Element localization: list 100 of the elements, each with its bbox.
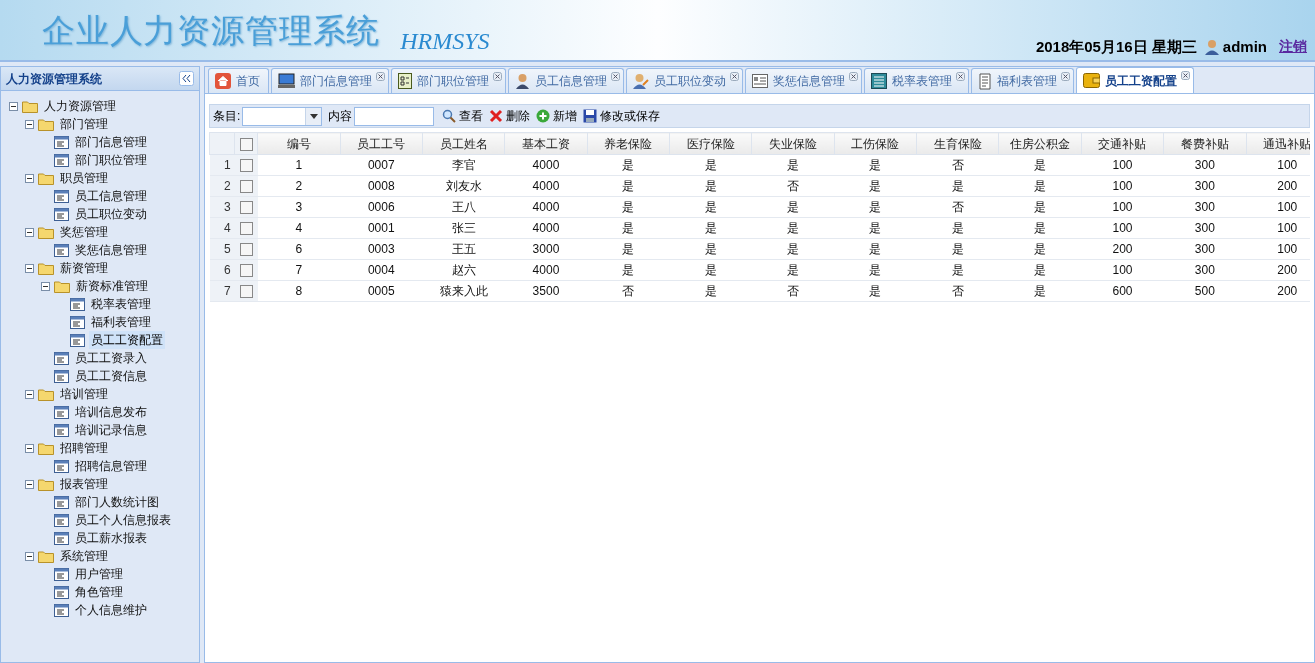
tree-item[interactable]: 培训管理 (58, 385, 110, 403)
tree-item[interactable]: 员工薪水报表 (73, 529, 149, 547)
column-header[interactable]: 基本工资 (504, 132, 588, 155)
column-header[interactable]: 工伤保险 (834, 132, 917, 155)
collapse-icon[interactable] (25, 389, 34, 399)
column-header[interactable]: 员工工号 (340, 132, 423, 155)
tab[interactable]: 部门职位管理 (391, 68, 506, 93)
collapse-icon[interactable] (25, 551, 34, 561)
tree-item[interactable]: 人力资源管理 (42, 97, 118, 115)
folder-icon (38, 261, 54, 275)
table-cell: 否 (916, 196, 999, 218)
close-icon[interactable] (493, 72, 502, 81)
close-icon[interactable] (376, 72, 385, 81)
column-header[interactable]: 养老保险 (587, 132, 670, 155)
tree-item[interactable]: 报表管理 (58, 475, 110, 493)
table-cell: 3 (257, 196, 341, 218)
tree-item[interactable]: 职员管理 (58, 169, 110, 187)
collapse-icon[interactable] (25, 227, 34, 237)
tree-item[interactable]: 员工个人信息报表 (73, 511, 173, 529)
table-cell: 6 (257, 238, 341, 260)
tree-item[interactable]: 用户管理 (73, 565, 125, 583)
row-checkbox[interactable] (239, 285, 253, 299)
tab[interactable]: 福利表管理 (971, 68, 1074, 93)
tree-item[interactable]: 部门信息管理 (73, 133, 149, 151)
tree-item[interactable]: 福利表管理 (89, 313, 153, 331)
scroll-icon (978, 72, 992, 90)
collapse-icon[interactable] (25, 263, 34, 273)
logout-link[interactable]: 注销 (1279, 36, 1307, 58)
table-cell: 是 (834, 154, 917, 176)
tree-item[interactable]: 培训信息发布 (73, 403, 149, 421)
row-checkbox[interactable] (239, 222, 253, 236)
toolbar-button[interactable]: 新增 (534, 107, 580, 125)
tree-item[interactable]: 招聘管理 (58, 439, 110, 457)
tab[interactable]: 首页 (208, 68, 269, 93)
tree-item[interactable]: 薪资标准管理 (74, 277, 150, 295)
tab[interactable]: 奖惩信息管理 (745, 68, 862, 93)
content-input[interactable] (354, 106, 435, 126)
toolbar-button[interactable]: 删除 (487, 107, 533, 125)
close-icon[interactable] (1061, 72, 1070, 81)
table-cell: 是 (998, 154, 1082, 176)
tree-item[interactable]: 员工信息管理 (73, 187, 149, 205)
table-cell: 100 (1081, 196, 1164, 218)
tree-item[interactable]: 培训记录信息 (73, 421, 149, 439)
close-icon[interactable] (611, 72, 620, 81)
collapse-icon[interactable] (9, 101, 18, 111)
collapse-icon[interactable] (25, 119, 34, 129)
table-cell: 王五 (422, 238, 505, 260)
toolbar-button[interactable]: 修改或保存 (581, 107, 663, 125)
collapse-sidebar-icon[interactable] (179, 71, 194, 86)
folder-icon (38, 549, 54, 563)
select-all-checkbox[interactable] (239, 137, 253, 151)
column-header[interactable]: 住房公积金 (998, 132, 1082, 155)
date-text: 2018年05月16日 星期三 (1035, 36, 1197, 57)
collapse-icon[interactable] (25, 443, 34, 453)
close-icon[interactable] (956, 72, 965, 81)
tree-item[interactable]: 个人信息维护 (73, 601, 149, 619)
column-header[interactable]: 通迅补贴 (1246, 132, 1310, 155)
close-icon[interactable] (1181, 71, 1190, 80)
row-checkbox[interactable] (239, 159, 253, 173)
folder-icon (54, 279, 70, 293)
tree-item[interactable]: 税率表管理 (89, 295, 153, 313)
column-header[interactable]: 餐费补贴 (1163, 132, 1246, 155)
table-cell: 1 (257, 154, 341, 176)
column-header[interactable]: 员工姓名 (422, 132, 505, 155)
field-select[interactable] (242, 106, 323, 126)
column-header[interactable]: 失业保险 (751, 132, 835, 155)
collapse-icon[interactable] (41, 281, 50, 291)
tree-item[interactable]: 部门管理 (58, 115, 110, 133)
row-checkbox[interactable] (239, 264, 253, 278)
collapse-icon[interactable] (25, 173, 34, 183)
close-icon[interactable] (730, 72, 739, 81)
tree-item[interactable]: 员工职位变动 (73, 205, 149, 223)
toolbar-button[interactable]: 查看 (440, 107, 486, 125)
column-header[interactable]: 交通补贴 (1081, 132, 1164, 155)
tree-item[interactable]: 员工工资录入 (73, 349, 149, 367)
tree-item[interactable]: 奖惩管理 (58, 223, 110, 241)
close-icon[interactable] (849, 72, 858, 81)
tab[interactable]: 部门信息管理 (271, 68, 389, 93)
row-checkbox[interactable] (239, 180, 253, 194)
tab[interactable]: 员工信息管理 (508, 68, 624, 93)
tree-item[interactable]: 员工工资配置 (89, 331, 165, 349)
column-header[interactable]: 医疗保险 (669, 132, 752, 155)
tab[interactable]: 税率表管理 (864, 68, 969, 93)
tab[interactable]: 员工职位变动 (626, 68, 743, 93)
tree-item[interactable]: 员工工资信息 (73, 367, 149, 385)
table-cell: 3000 (504, 238, 588, 260)
tree-item[interactable]: 部门职位管理 (73, 151, 149, 169)
tree-item[interactable]: 部门人数统计图 (73, 493, 161, 511)
row-checkbox[interactable] (239, 243, 253, 257)
collapse-icon[interactable] (25, 479, 34, 489)
tree-item[interactable]: 招聘信息管理 (73, 457, 149, 475)
row-checkbox[interactable] (239, 201, 253, 215)
column-header[interactable]: 编号 (257, 132, 341, 155)
tab[interactable]: 员工工资配置 (1076, 67, 1194, 93)
tree-item[interactable]: 薪资管理 (58, 259, 110, 277)
tree-item[interactable]: 系统管理 (58, 547, 110, 565)
tree-item[interactable]: 角色管理 (73, 583, 125, 601)
tree-item[interactable]: 奖惩信息管理 (73, 241, 149, 259)
column-header[interactable]: 生育保险 (916, 132, 999, 155)
table-cell: 8 (257, 280, 341, 302)
